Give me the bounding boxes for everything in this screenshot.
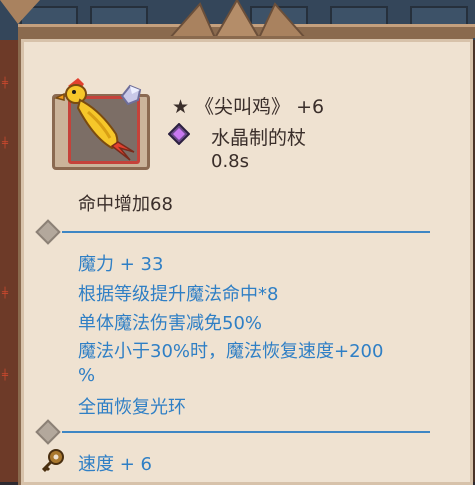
bonus-line: 单体魔法伤害减免50% [78,313,263,334]
key-icon [41,449,64,473]
divider [62,231,430,233]
item-level: +6 [296,96,325,118]
item-name: 《尖叫鸡》 [195,96,291,118]
attack-speed: 0.8s [211,151,250,172]
crystal-gem-icon [168,123,190,145]
divider [62,431,430,433]
item-title-row: ★ 《尖叫鸡》 +6 [172,92,330,119]
rubber-chicken-icon [54,78,135,161]
bonus-line: 魔法小于30%时，魔法恢复速度+200 [78,341,384,362]
speed-stat: 速度 + 6 [78,454,152,475]
base-stat: 命中增加68 [78,194,173,215]
bonus-line: % [78,365,96,386]
bonus-line: 全面恢复光环 [78,397,186,418]
bonus-line: 根据等级提升魔法命中*8 [78,284,279,305]
crystal-gem-icon [120,84,142,106]
weapon-type: 水晶制的杖 [211,127,307,149]
star-icon: ★ [172,96,190,118]
bonus-line: 魔力 + 33 [78,254,164,275]
